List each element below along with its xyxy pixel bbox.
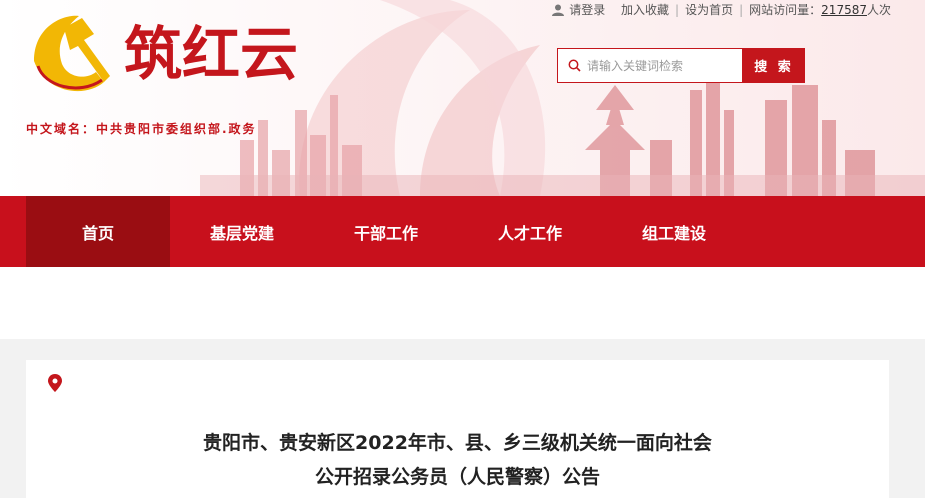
search-button[interactable]: 搜 索 [743, 48, 805, 83]
location-pin-icon [48, 374, 62, 392]
content-spacer [0, 267, 925, 339]
divider: | [739, 2, 744, 17]
top-utility-bar: 请登录 加入收藏 | 设为首页 | 网站访问量： 217587 人次 [551, 1, 891, 18]
search-input[interactable] [587, 58, 737, 73]
nav-item-talent-work[interactable]: 人才工作 [458, 196, 602, 267]
logo-text: 筑红云 [124, 22, 298, 87]
nav-item-organization-building[interactable]: 组工建设 [602, 196, 746, 267]
chinese-domain-label: 中文域名：中共贵阳市委组织部.政务 [26, 122, 257, 136]
site-header: 筑红云 中文域名：中共贵阳市委组织部.政务 请登录 加入收藏 | 设为首页 | … [0, 0, 925, 196]
article-card: 贵阳市、贵安新区2022年市、县、乡三级机关统一面向社会 公开招录公务员（人民警… [26, 360, 889, 498]
set-homepage-link[interactable]: 设为首页 [685, 1, 733, 18]
article-title-line-2: 公开招录公务员（人民警察）公告 [314, 466, 600, 488]
user-icon [552, 4, 565, 16]
search-icon [568, 59, 581, 72]
search-bar: 搜 索 [557, 48, 805, 83]
article-title-line-1: 贵阳市、贵安新区2022年市、县、乡三级机关统一面向社会 [203, 432, 712, 454]
nav-item-grassroots-party[interactable]: 基层党建 [170, 196, 314, 267]
main-nav: 首页 基层党建 干部工作 人才工作 组工建设 [0, 196, 925, 267]
visits-label: 网站访问量： [749, 3, 822, 17]
article-title: 贵阳市、贵安新区2022年市、县、乡三级机关统一面向社会 公开招录公务员（人民警… [26, 426, 889, 494]
visits-count: 217587 [821, 2, 867, 17]
nav-item-home[interactable]: 首页 [26, 196, 170, 267]
visits-unit: 人次 [866, 3, 891, 17]
add-favorite-link[interactable]: 加入收藏 [621, 1, 669, 18]
divider [611, 3, 615, 17]
party-emblem-icon [34, 15, 110, 92]
login-link[interactable]: 请登录 [569, 1, 605, 18]
divider: | [675, 2, 680, 17]
search-field-wrapper [557, 48, 743, 83]
nav-item-cadre-work[interactable]: 干部工作 [314, 196, 458, 267]
site-logo[interactable]: 筑红云 [24, 6, 314, 96]
